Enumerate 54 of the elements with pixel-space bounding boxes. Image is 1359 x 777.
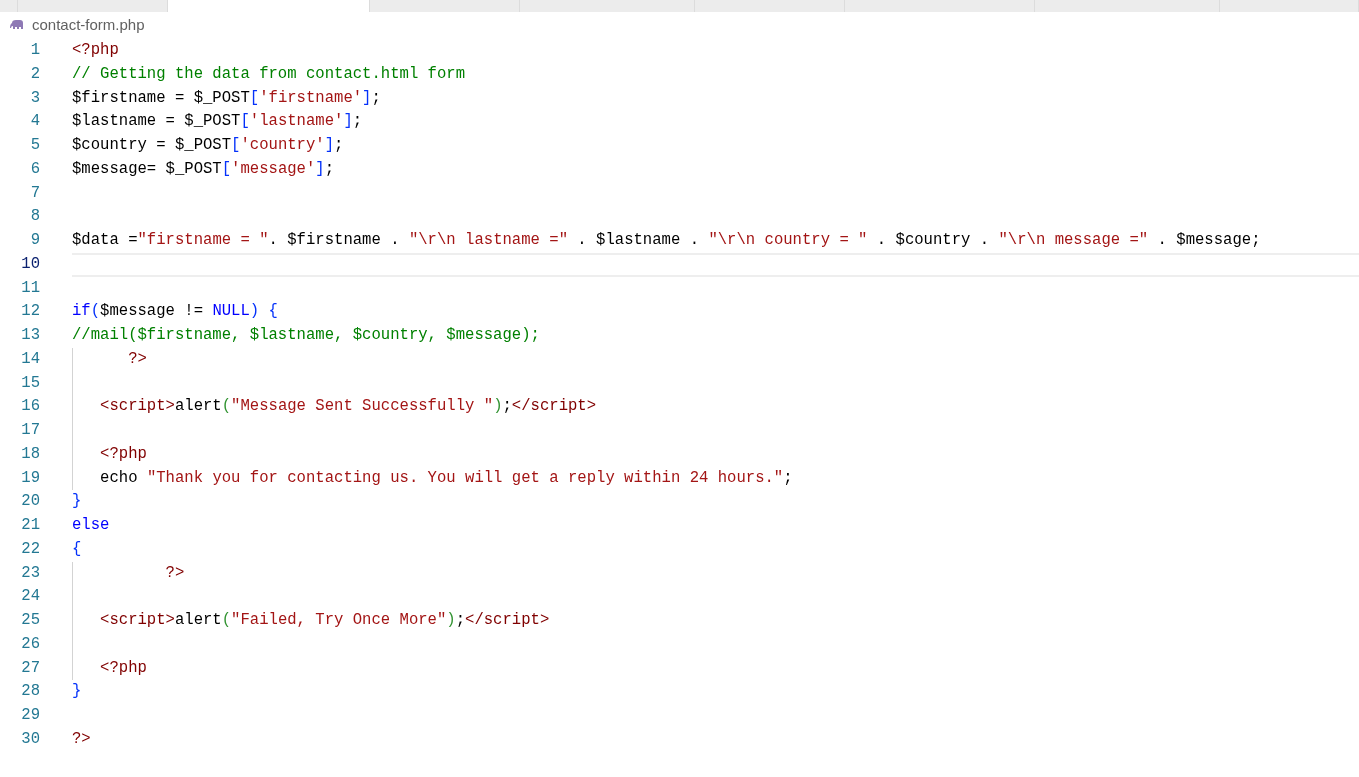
- code-line: $country = $_POST['country'];: [72, 135, 345, 156]
- file-name[interactable]: contact-form.php: [32, 14, 145, 37]
- code-line: $message= $_POST['message'];: [72, 158, 336, 180]
- line-number: 21: [20, 515, 40, 536]
- code-line: <?php: [99, 443, 148, 465]
- line-number: 26: [20, 633, 40, 655]
- code-line: //mail($firstname, $lastname, $country, $message);: [72, 325, 541, 346]
- line-number: 12: [20, 301, 40, 323]
- line-number: 15: [20, 372, 40, 394]
- line-number: 19: [20, 467, 40, 489]
- elephant-icon: [10, 20, 24, 31]
- code-line: ?>: [164, 562, 186, 584]
- line-number: 8: [29, 206, 40, 228]
- code-line: echo "Thank you for contacting us. You will get a reply within 24 hours.";: [99, 467, 794, 489]
- code-line: if($message != NULL) {: [72, 301, 279, 323]
- line-number: 16: [20, 396, 40, 418]
- code-line: <script>alert("Message Sent Successfully ");</script>: [99, 396, 598, 418]
- code-line: <script>alert("Failed, Try Once More");</script>: [99, 610, 551, 631]
- line-number: 23: [20, 562, 40, 584]
- line-number: 4: [29, 111, 40, 133]
- code-line: ?>: [127, 348, 148, 370]
- line-number: 20: [20, 491, 40, 513]
- line-number: 5: [29, 135, 40, 156]
- line-number: 10: [20, 253, 40, 275]
- code-line: else: [72, 515, 111, 536]
- editor-tab[interactable]: [168, 0, 370, 12]
- code-line: }: [72, 491, 83, 513]
- line-number: 27: [20, 657, 40, 679]
- line-number: 9: [29, 230, 40, 251]
- line-number: 3: [29, 87, 40, 109]
- line-number: 25: [20, 610, 40, 631]
- line-number: 13: [20, 325, 40, 346]
- code-line: {: [72, 538, 83, 560]
- line-number: 2: [29, 63, 40, 85]
- line-number: 6: [29, 158, 40, 180]
- code-line: }: [72, 681, 83, 703]
- line-number: 14: [20, 348, 40, 370]
- code-line: $data ="firstname = ". $firstname . "\r\n lastname =" . $lastname . "\r\n country = " . $country . "\r\n message =" . $message;: [72, 230, 1262, 251]
- line-number: 17: [20, 420, 40, 441]
- line-number: 29: [20, 705, 40, 726]
- line-number: 18: [20, 443, 40, 465]
- code-line: // Getting the data from contact.html form: [72, 63, 467, 85]
- line-number: 7: [29, 182, 40, 204]
- code-line: <?php: [99, 657, 148, 679]
- line-number: 22: [20, 538, 40, 560]
- line-number: 1: [29, 40, 40, 61]
- line-number: 28: [20, 681, 40, 703]
- code-line: <?php: [72, 40, 120, 61]
- line-number: 24: [20, 586, 40, 608]
- code-line: $firstname = $_POST['firstname'];: [72, 87, 382, 109]
- code-line: ?>: [72, 728, 92, 750]
- code-line: $lastname = $_POST['lastname'];: [72, 111, 364, 133]
- line-number: 30: [20, 728, 40, 750]
- line-number: 11: [20, 277, 40, 299]
